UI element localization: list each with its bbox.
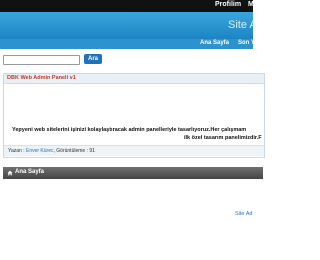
post-body-line-1: Yepyeni web sitelerini işinizi kolaylaşt… [12, 127, 247, 133]
top-bar: Profilim M [0, 0, 254, 12]
nav-item-latest[interactable]: Son Y [238, 40, 255, 46]
main-nav: Ana Sayfa Son Y [0, 39, 255, 49]
site-banner: Site A [0, 12, 257, 39]
post-title[interactable]: DBK Web Admin Paneli v1 [7, 75, 76, 81]
top-link-2[interactable]: M [248, 1, 254, 8]
post-meta: Yazan : Enver Kürec, Görüntüleme : 91 [4, 145, 264, 156]
post-meta-text: Yazan : Enver Kürec, Görüntüleme : 91 [8, 148, 95, 154]
post-meta-prefix: Yazan : [8, 148, 26, 154]
site-title[interactable]: Site A [228, 19, 257, 31]
post-body-line-2: ilk özel tasarım panelimizdir.F [184, 135, 262, 141]
nav-item-home[interactable]: Ana Sayfa [200, 40, 229, 46]
breadcrumb: Ana Sayfa [3, 167, 263, 179]
post-author-link[interactable]: Enver Kürec [26, 148, 54, 154]
search-button[interactable]: Ara [84, 54, 102, 64]
post-panel: DBK Web Admin Paneli v1 Yepyeni web site… [3, 73, 265, 158]
post-header: DBK Web Admin Paneli v1 [4, 74, 264, 84]
profile-link[interactable]: Profilim [215, 1, 241, 8]
search-input[interactable] [3, 55, 80, 65]
breadcrumb-home[interactable]: Ana Sayfa [15, 169, 44, 175]
footer-site-link[interactable]: Site Ad [235, 211, 252, 217]
home-icon [7, 170, 13, 176]
post-meta-views: , Görüntüleme : 91 [53, 148, 95, 154]
